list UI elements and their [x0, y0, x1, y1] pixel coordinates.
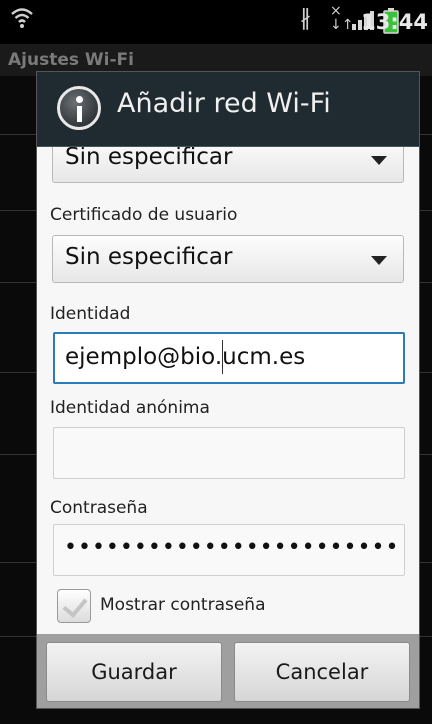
- status-bar: ∦ × ↓↑ 13:44: [0, 0, 432, 44]
- chevron-down-icon: [371, 256, 387, 265]
- identity-value: ejemplo@bio.ucm.es: [65, 344, 306, 370]
- identity-label: Identidad: [50, 304, 131, 324]
- bluetooth-icon: ∦: [300, 6, 311, 31]
- identity-field[interactable]: ejemplo@bio.ucm.es: [53, 332, 405, 384]
- chevron-down-icon: [371, 156, 387, 165]
- ca-certificate-spinner[interactable]: Sin especificar: [52, 147, 404, 183]
- user-certificate-value: Sin especificar: [65, 244, 233, 270]
- save-button[interactable]: Guardar: [46, 642, 222, 702]
- info-icon: [57, 86, 101, 130]
- password-field[interactable]: ••••••••••••••••••••••••: [53, 524, 405, 576]
- dialog-header: Añadir red Wi-Fi: [37, 72, 419, 147]
- ca-certificate-value: Sin especificar: [65, 147, 233, 170]
- password-label: Contraseña: [50, 498, 148, 518]
- status-time: 13:44: [361, 10, 428, 34]
- anonymous-identity-field[interactable]: [53, 427, 405, 479]
- cancel-button[interactable]: Cancelar: [234, 642, 410, 702]
- anonymous-identity-label: Identidad anónima: [50, 398, 210, 418]
- show-password-checkbox[interactable]: [57, 589, 91, 623]
- add-wifi-dialog: Añadir red Wi-Fi Sin especificar Certifi…: [36, 71, 420, 709]
- wifi-icon: [11, 8, 33, 28]
- text-cursor: [222, 340, 223, 374]
- data-transfer-icon: × ↓↑: [330, 3, 354, 33]
- password-masked-value: ••••••••••••••••••••••••: [64, 535, 400, 560]
- user-certificate-spinner[interactable]: Sin especificar: [52, 235, 404, 283]
- dialog-button-bar: Guardar Cancelar: [37, 634, 419, 708]
- user-certificate-label: Certificado de usuario: [50, 205, 238, 225]
- show-password-label[interactable]: Mostrar contraseña: [100, 595, 266, 615]
- dialog-title: Añadir red Wi-Fi: [117, 88, 331, 119]
- dialog-body[interactable]: Sin especificar Certificado de usuario S…: [37, 147, 419, 634]
- checkmark-icon: [62, 592, 88, 618]
